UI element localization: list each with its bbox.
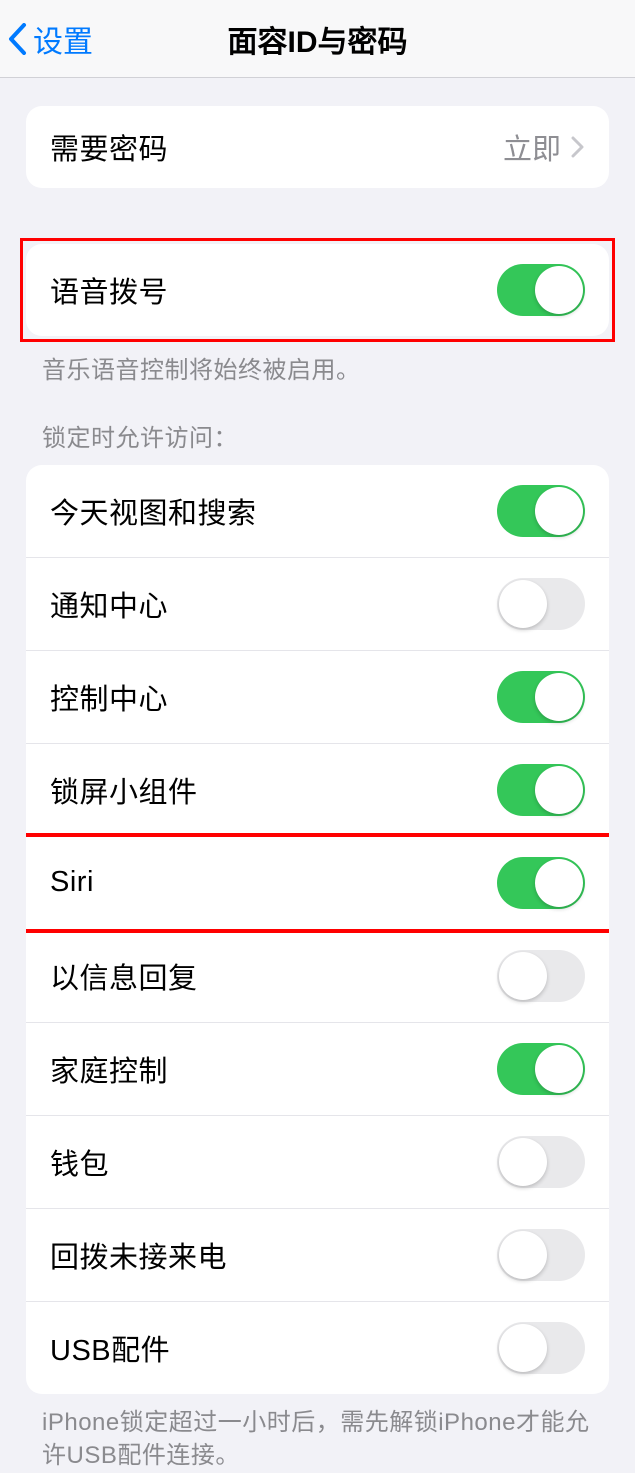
navigation-header: 设置 面容ID与密码	[0, 0, 635, 78]
chevron-left-icon	[8, 23, 27, 55]
voice-dial-footer: 音乐语音控制将始终被启用。	[0, 342, 635, 388]
lock-access-toggle[interactable]	[497, 1322, 585, 1374]
lock-access-cell: 家庭控制	[26, 1023, 609, 1116]
require-passcode-cell[interactable]: 需要密码 立即	[26, 106, 609, 188]
lock-access-cell: 通知中心	[26, 558, 609, 651]
lock-access-footer: iPhone锁定超过一小时后，需先解锁iPhone才能允许USB配件连接。	[0, 1394, 635, 1473]
voice-dial-highlight: 语音拨号	[20, 238, 615, 342]
lock-access-toggle[interactable]	[497, 764, 585, 816]
page-title: 面容ID与密码	[228, 17, 408, 61]
lock-access-label: Siri	[50, 866, 94, 899]
lock-access-label: 回拨未接来电	[50, 1234, 227, 1276]
lock-access-header: 锁定时允许访问：	[0, 418, 635, 465]
lock-access-label: USB配件	[50, 1327, 170, 1369]
lock-access-toggle[interactable]	[497, 578, 585, 630]
lock-access-toggle[interactable]	[497, 950, 585, 1002]
lock-access-group: 今天视图和搜索通知中心控制中心锁屏小组件 Siri 以信息回复家庭控制钱包回拨未接来…	[26, 465, 609, 1394]
lock-access-toggle[interactable]	[497, 671, 585, 723]
require-passcode-group: 需要密码 立即	[26, 106, 609, 188]
lock-access-toggle[interactable]	[497, 485, 585, 537]
lock-access-cell: 控制中心	[26, 651, 609, 744]
lock-access-toggle[interactable]	[497, 1229, 585, 1281]
lock-access-cell: 锁屏小组件	[26, 744, 609, 837]
lock-access-cell: 回拨未接来电	[26, 1209, 609, 1302]
lock-access-cell: Siri	[26, 837, 609, 930]
lock-access-cell: 今天视图和搜索	[26, 465, 609, 558]
back-button[interactable]: 设置	[8, 17, 93, 61]
lock-access-label: 家庭控制	[50, 1048, 168, 1090]
lock-access-label: 今天视图和搜索	[50, 490, 257, 532]
require-passcode-value: 立即	[503, 126, 585, 168]
voice-dial-cell: 语音拨号	[26, 244, 609, 336]
lock-access-cell: 钱包	[26, 1116, 609, 1209]
require-passcode-label: 需要密码	[50, 126, 168, 168]
voice-dial-label: 语音拨号	[50, 269, 168, 311]
back-label: 设置	[33, 17, 93, 61]
lock-access-cell: 以信息回复	[26, 930, 609, 1023]
voice-dial-toggle[interactable]	[497, 264, 585, 316]
chevron-right-icon	[571, 136, 585, 158]
lock-access-label: 通知中心	[50, 583, 168, 625]
lock-access-label: 以信息回复	[50, 955, 198, 997]
lock-access-cell: USB配件	[26, 1302, 609, 1394]
voice-dial-group: 语音拨号	[26, 244, 609, 336]
lock-access-label: 控制中心	[50, 676, 168, 718]
lock-access-label: 钱包	[50, 1141, 109, 1183]
content-area: 需要密码 立即 语音拨号 音乐语音控制将始终被启用。 锁定时允许访问： 今天视图…	[0, 78, 635, 1473]
lock-access-toggle[interactable]	[497, 1136, 585, 1188]
lock-access-toggle[interactable]	[497, 1043, 585, 1095]
lock-access-toggle[interactable]	[497, 857, 585, 909]
lock-access-label: 锁屏小组件	[50, 769, 198, 811]
